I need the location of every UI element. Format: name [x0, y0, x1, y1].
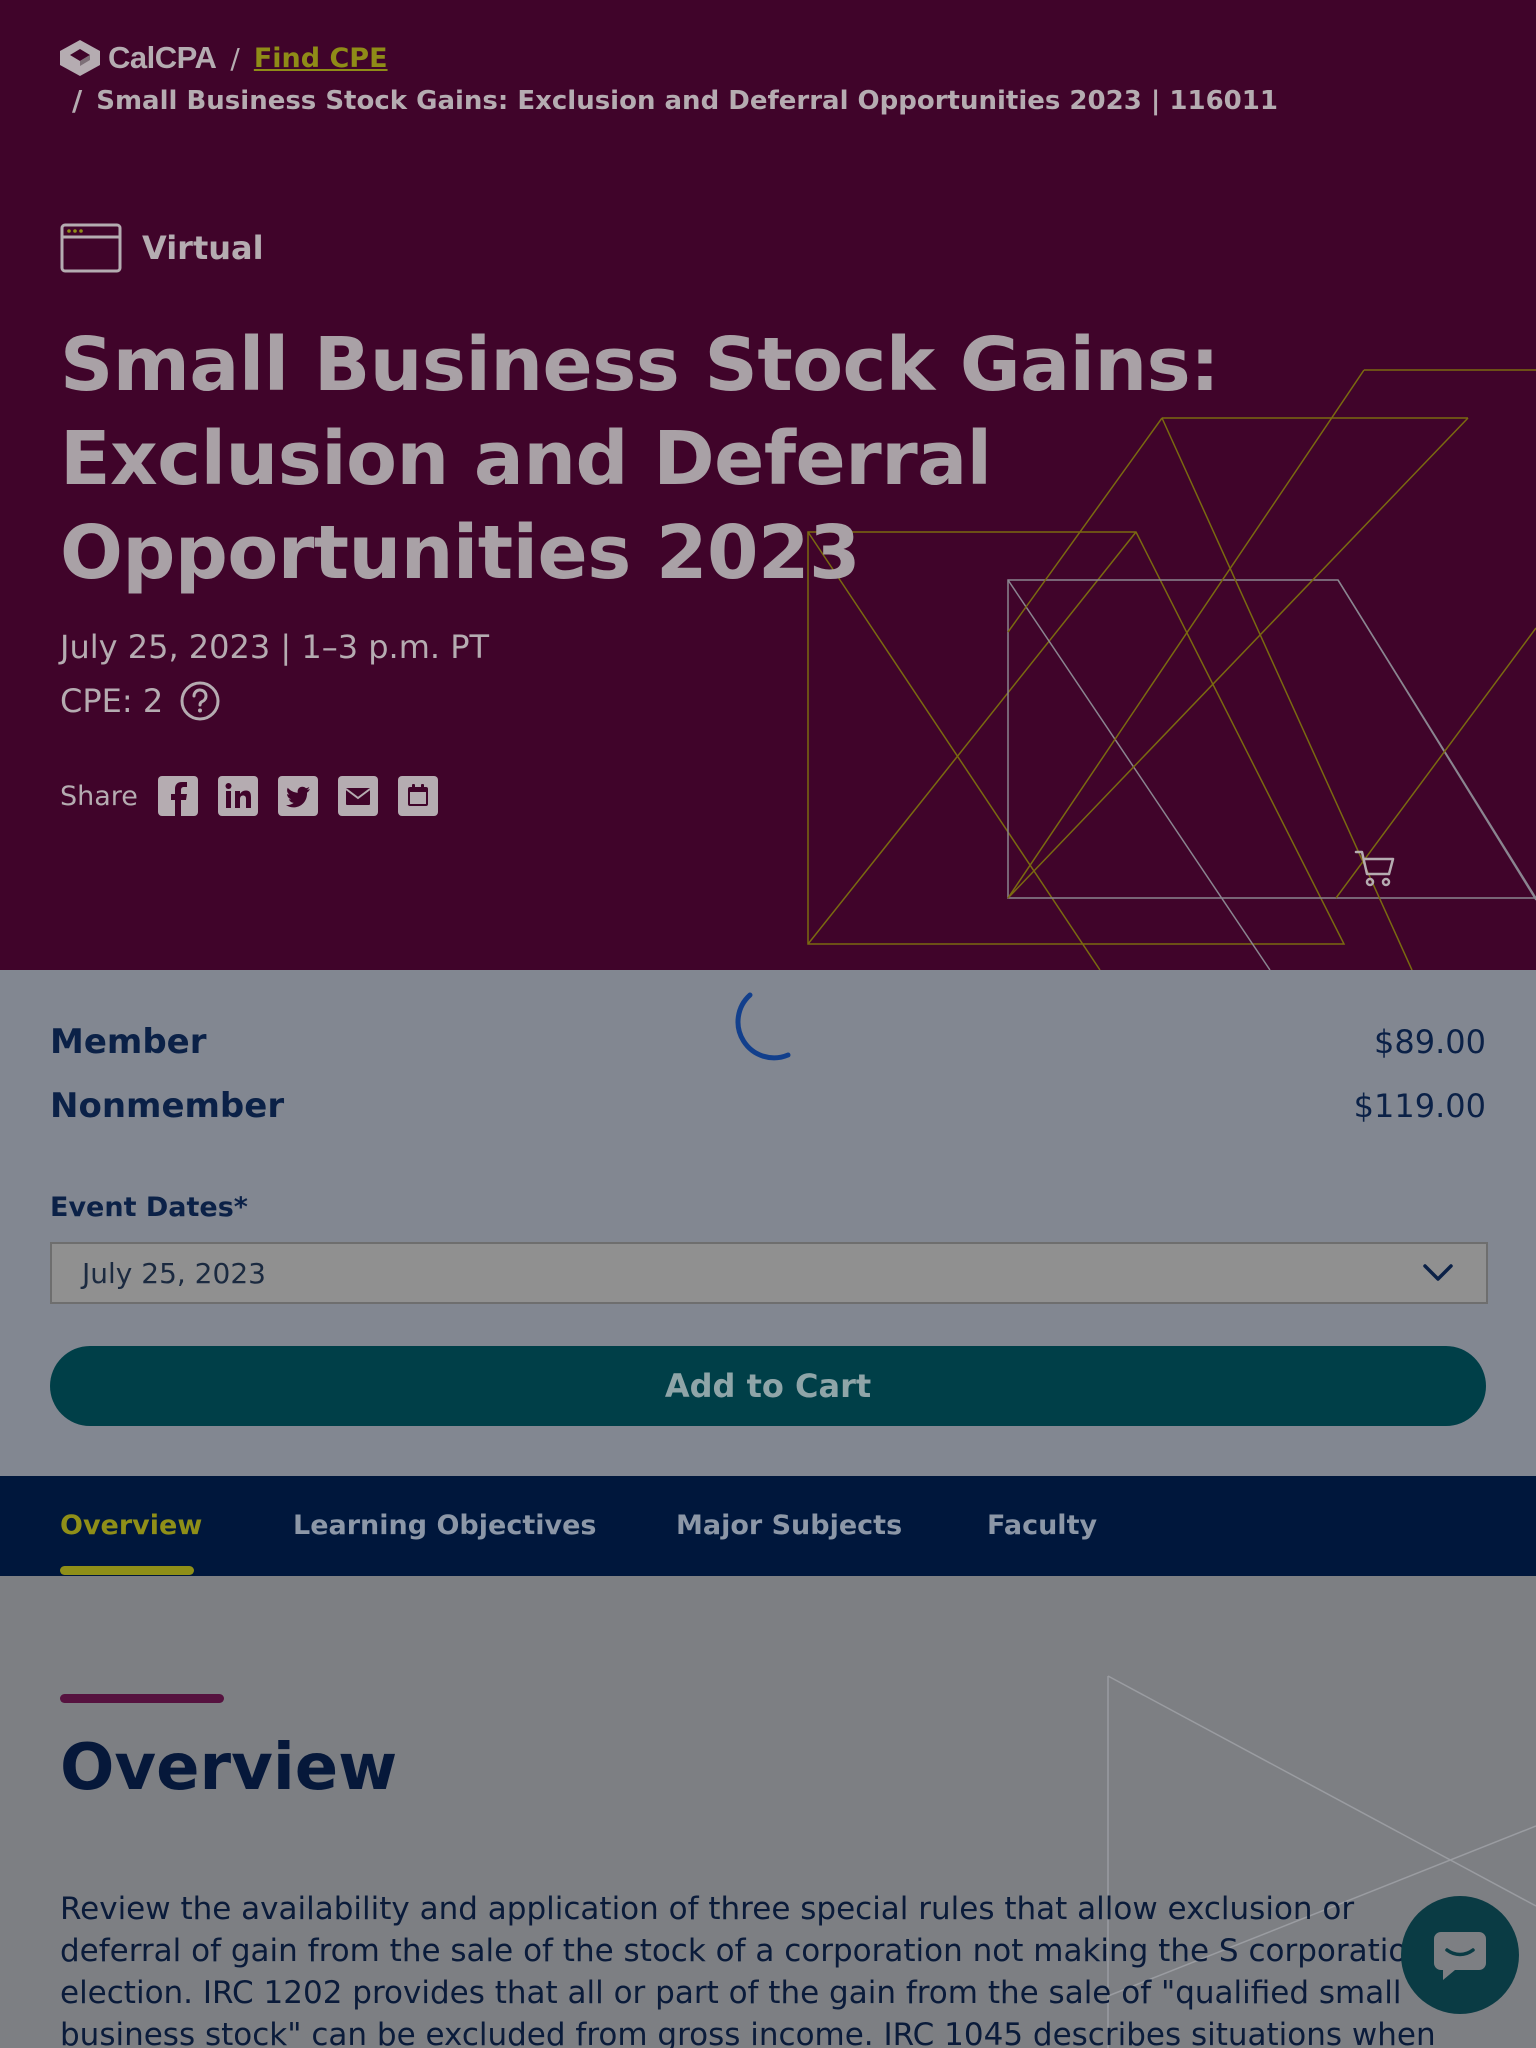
- calcpa-logo-mark-icon: [60, 40, 100, 76]
- breadcrumb-separator: /: [72, 84, 83, 117]
- tab-learning-objectives[interactable]: Learning Objectives: [293, 1476, 596, 1576]
- event-date-time: July 25, 2023 | 1–3 p.m. PT: [60, 628, 490, 666]
- add-to-cart-button[interactable]: Add to Cart: [50, 1346, 1486, 1426]
- breadcrumb: CalCPA / Find CPE / Small Business Stock…: [60, 38, 1278, 117]
- event-dates-select[interactable]: July 25, 2023: [50, 1242, 1488, 1304]
- event-format: Virtual: [60, 223, 264, 273]
- event-dates-selected-value: July 25, 2023: [82, 1256, 266, 1290]
- member-label: Member: [50, 1022, 207, 1062]
- shopping-cart-icon[interactable]: [1354, 848, 1398, 890]
- twitter-icon[interactable]: [277, 776, 318, 816]
- tab-major-subjects[interactable]: Major Subjects: [676, 1476, 902, 1576]
- chat-button[interactable]: [1401, 1896, 1519, 2014]
- breadcrumb-current-page: Small Business Stock Gains: Exclusion an…: [96, 85, 1278, 116]
- member-price-row: Member $89.00: [50, 1022, 1486, 1062]
- section-tabs: Overview Learning Objectives Major Subje…: [0, 1476, 1536, 1576]
- tab-faculty[interactable]: Faculty: [987, 1476, 1097, 1576]
- facebook-icon[interactable]: [157, 776, 198, 816]
- member-price: $89.00: [1374, 1023, 1486, 1061]
- share-bar: Share: [60, 776, 438, 816]
- email-icon[interactable]: [337, 776, 378, 816]
- tab-overview[interactable]: Overview: [60, 1476, 202, 1576]
- event-title: Small Business Stock Gains: Exclusion an…: [60, 322, 1220, 596]
- breadcrumb-find-cpe-link[interactable]: Find CPE: [254, 43, 388, 74]
- help-icon[interactable]: [179, 680, 221, 722]
- overview-accent-bar: [60, 1694, 224, 1703]
- overview-heading: Overview: [60, 1731, 398, 1805]
- event-dates-label: Event Dates*: [50, 1192, 248, 1223]
- active-tab-indicator: [60, 1566, 194, 1575]
- logo-text: CalCPA: [108, 40, 217, 75]
- breadcrumb-separator: /: [230, 41, 240, 75]
- browser-window-icon: [60, 223, 122, 273]
- linkedin-icon[interactable]: [217, 776, 258, 816]
- chevron-down-icon: [1423, 1264, 1453, 1281]
- cpe-credits: CPE: 2: [60, 680, 221, 722]
- calcpa-logo[interactable]: CalCPA: [60, 40, 217, 76]
- event-format-label: Virtual: [142, 229, 264, 267]
- nonmember-price: $119.00: [1353, 1087, 1486, 1125]
- event-hero: CalCPA / Find CPE / Small Business Stock…: [0, 0, 1536, 970]
- nonmember-label: Nonmember: [50, 1086, 285, 1126]
- share-label: Share: [60, 780, 138, 812]
- calendar-icon[interactable]: [397, 776, 438, 816]
- chat-bubble-icon: [1434, 1932, 1486, 1980]
- nonmember-price-row: Nonmember $119.00: [50, 1086, 1486, 1126]
- overview-section: Overview Review the availability and app…: [0, 1576, 1536, 2048]
- cpe-value: CPE: 2: [60, 682, 164, 720]
- overview-description: Review the availability and application …: [60, 1891, 1436, 2048]
